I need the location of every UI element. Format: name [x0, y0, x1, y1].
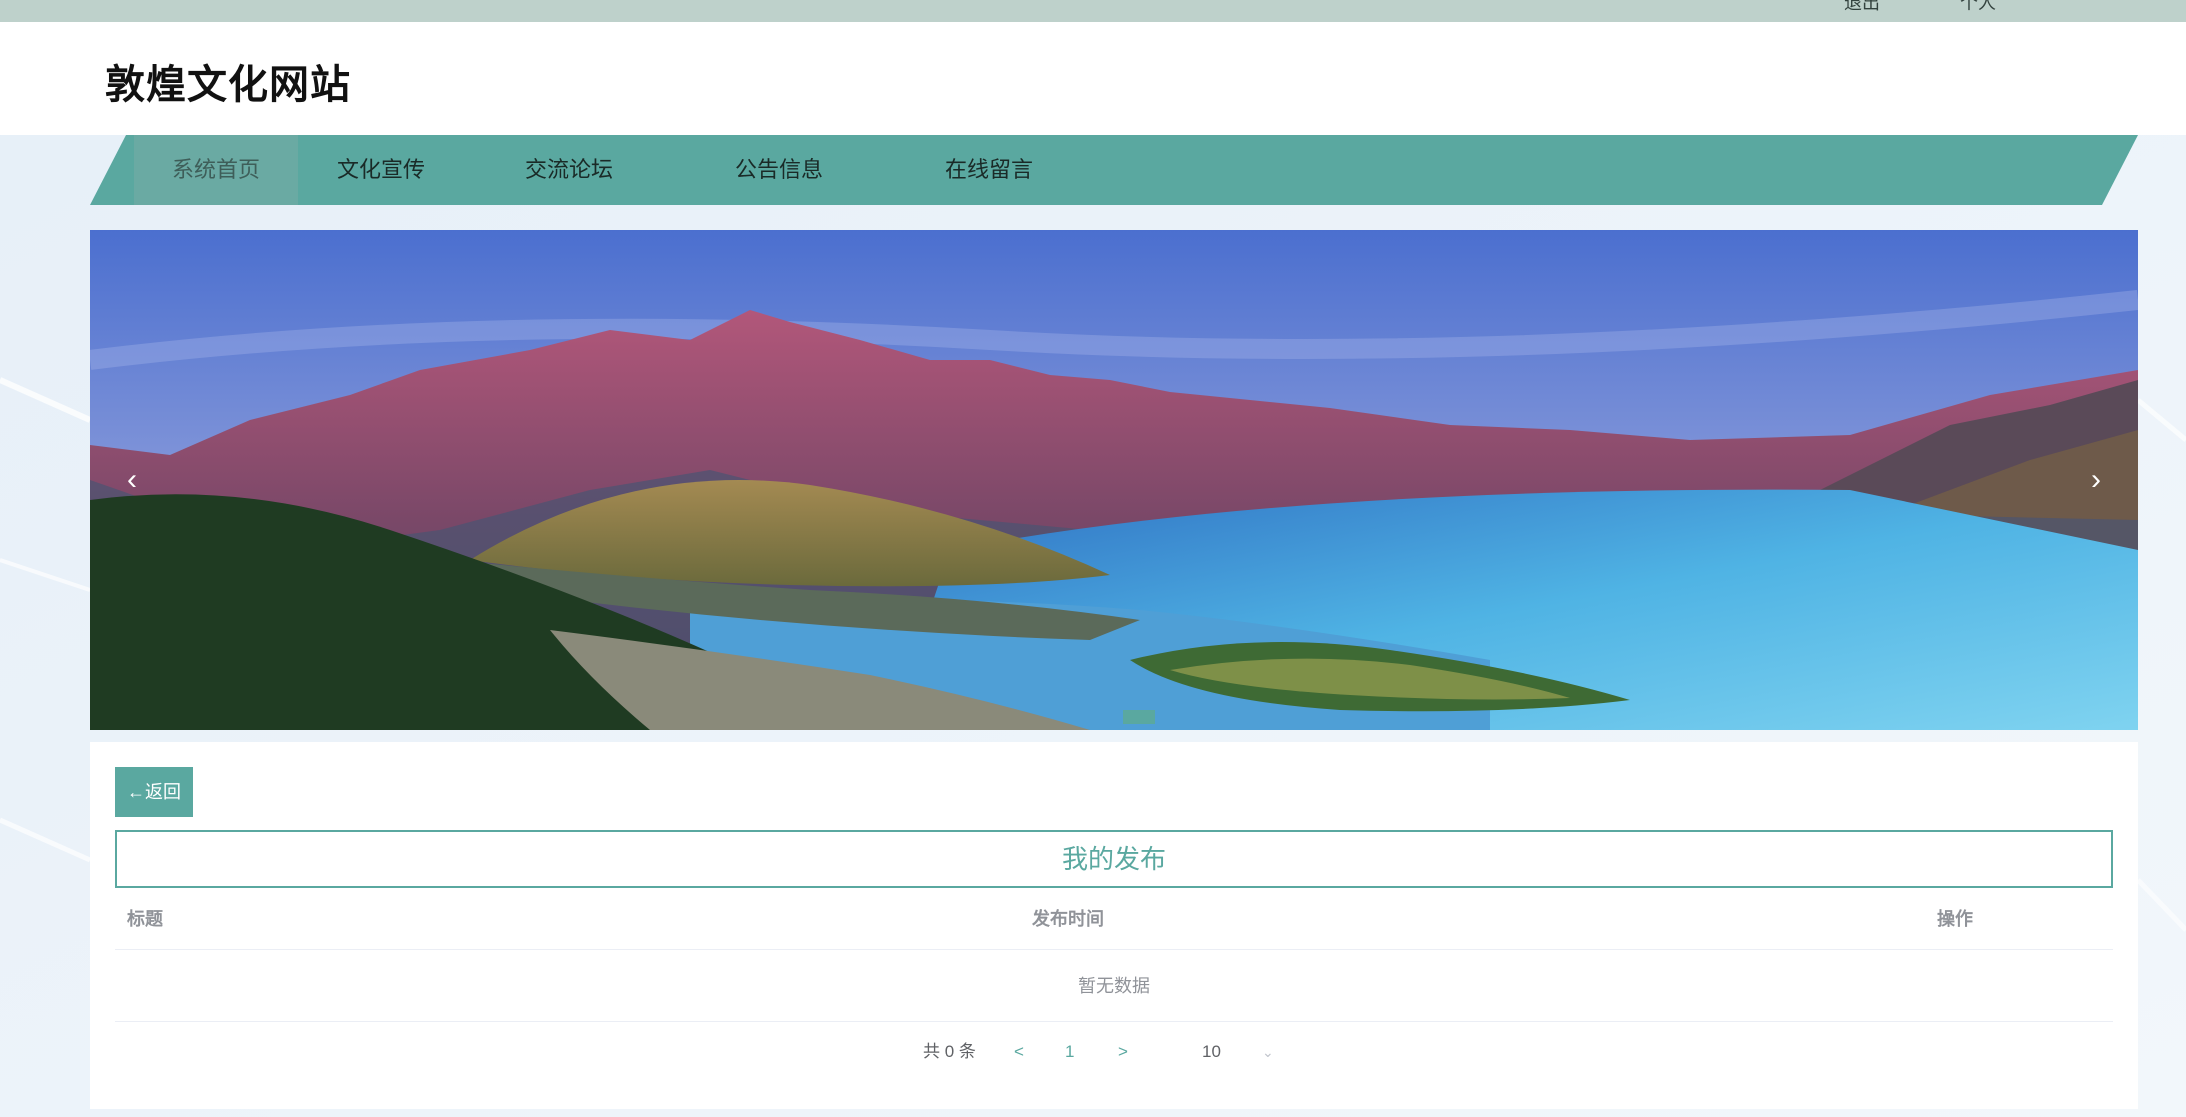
section-title: 我的发布 — [115, 830, 2113, 888]
site-header: 敦煌文化网站 — [0, 22, 2186, 135]
banner-image — [90, 230, 2138, 730]
empty-table-message: 暂无数据 — [115, 950, 2113, 1022]
pagination-total: 共 0 条 — [923, 1042, 976, 1061]
nav-item-forum[interactable]: 交流论坛 — [464, 135, 674, 205]
site-title: 敦煌文化网站 — [105, 63, 351, 107]
pagination-page-1[interactable]: 1 — [1065, 1022, 1074, 1082]
logout-link[interactable]: 退出 — [1844, 0, 1880, 12]
column-header-publish-time: 发布时间 — [1032, 909, 1104, 929]
table-header: 标题 发布时间 操作 — [115, 888, 2113, 950]
page-size-select[interactable]: 10 — [1202, 1022, 1221, 1082]
back-button[interactable]: ←返回 — [115, 767, 193, 817]
profile-link[interactable]: 个人 — [1960, 0, 1996, 12]
carousel-prev-arrow[interactable]: ‹ — [112, 455, 152, 505]
main-nav: 系统首页 文化宣传 交流论坛 公告信息 在线留言 — [90, 135, 2138, 205]
pagination: 共 0 条 < 1 > 10 ⌄ — [90, 1022, 2138, 1082]
column-header-actions: 操作 — [1937, 909, 1973, 929]
chevron-down-icon[interactable]: ⌄ — [1262, 1022, 1274, 1082]
my-posts-panel: ←返回 我的发布 标题 发布时间 操作 暂无数据 共 0 条 < 1 > 10 … — [90, 742, 2138, 1109]
nav-item-culture[interactable]: 文化宣传 — [298, 135, 464, 205]
top-bar: 退出 个人 — [0, 0, 2186, 22]
carousel-indicator[interactable] — [1123, 710, 1155, 724]
nav-item-home[interactable]: 系统首页 — [134, 135, 298, 205]
column-header-title: 标题 — [127, 909, 163, 929]
nav-item-notice[interactable]: 公告信息 — [674, 135, 884, 205]
banner-carousel: ‹ › — [90, 230, 2138, 730]
nav-item-message[interactable]: 在线留言 — [884, 135, 1094, 205]
pagination-prev-button[interactable]: < — [1014, 1022, 1024, 1082]
pagination-next-button[interactable]: > — [1118, 1022, 1128, 1082]
carousel-next-arrow[interactable]: › — [2076, 455, 2116, 505]
